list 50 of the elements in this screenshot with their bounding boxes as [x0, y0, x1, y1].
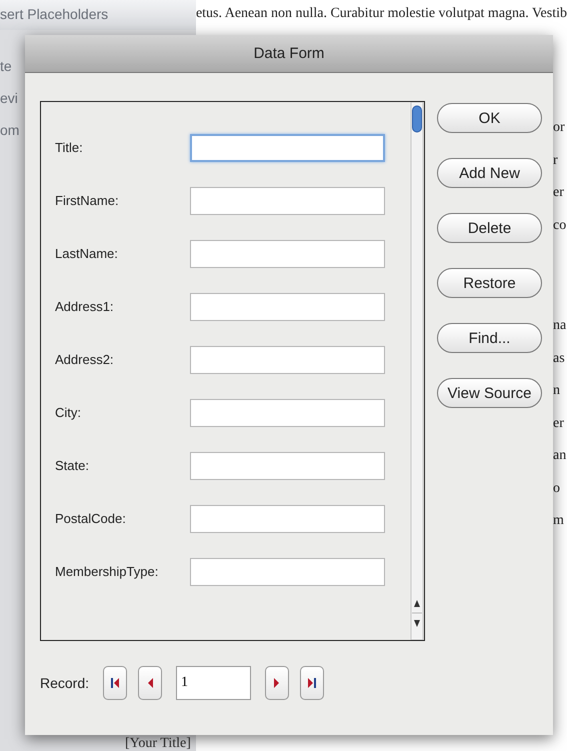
field-label: Address1: — [54, 299, 115, 314]
input-field[interactable] — [190, 504, 385, 532]
window-title: Data Form — [254, 45, 324, 62]
field-label: Title: — [54, 140, 84, 155]
document-text: as — [553, 350, 566, 368]
dialog-button[interactable]: Add New — [437, 158, 542, 188]
first-record-icon — [110, 677, 120, 689]
last-record-icon — [307, 677, 318, 689]
dialog-button[interactable]: Find... — [437, 323, 542, 353]
document-text: er — [553, 416, 565, 432]
previous-icon — [147, 677, 154, 689]
input-field[interactable] — [190, 292, 385, 320]
input-field[interactable] — [190, 558, 385, 586]
record-number-field[interactable]: 1 — [176, 666, 252, 700]
dialog-button[interactable]: Delete — [437, 213, 542, 243]
dialog-button[interactable]: Restore — [437, 268, 542, 298]
field-label: FirstName: — [54, 193, 120, 208]
document-text: etus. Aenean non nulla. Curabitur molestie volutpat magna. Vestib — [196, 5, 567, 23]
field-label: State: — [54, 458, 90, 473]
first-record-button[interactable] — [103, 666, 128, 700]
document-title: [Your Title] — [125, 736, 191, 751]
previous-record-button[interactable] — [138, 666, 162, 700]
document-text: o — [553, 480, 561, 498]
next-record-button[interactable] — [265, 666, 290, 700]
input-field[interactable] — [190, 452, 385, 480]
field-label: LastName: — [54, 246, 119, 261]
field-label: PostalCode: — [54, 511, 127, 526]
document-text: or — [553, 120, 566, 137]
last-record-button[interactable] — [300, 666, 324, 700]
field-label: City: — [54, 405, 82, 420]
input-field[interactable] — [190, 134, 385, 162]
document-text: na — [553, 318, 567, 335]
document-text: r — [553, 152, 559, 170]
input-field[interactable] — [190, 186, 385, 214]
input-field[interactable] — [190, 398, 385, 426]
document-text: m — [553, 513, 565, 530]
dialog-button[interactable]: OK — [437, 103, 542, 133]
scrollbar[interactable] — [410, 102, 424, 640]
field-label: Address2: — [54, 352, 115, 367]
next-icon — [274, 677, 280, 689]
input-field[interactable] — [190, 240, 385, 268]
document-text: n — [553, 383, 561, 400]
record-label: Record: — [40, 675, 90, 691]
document-text: er — [553, 185, 565, 202]
field-label: MembershipType: — [54, 564, 160, 579]
document-text: co — [553, 218, 567, 234]
dialog-button[interactable]: View Source — [437, 378, 542, 408]
input-field[interactable] — [190, 346, 385, 374]
sidebar-heading: sert Placeholders — [0, 0, 196, 30]
document-text: an — [553, 448, 567, 465]
